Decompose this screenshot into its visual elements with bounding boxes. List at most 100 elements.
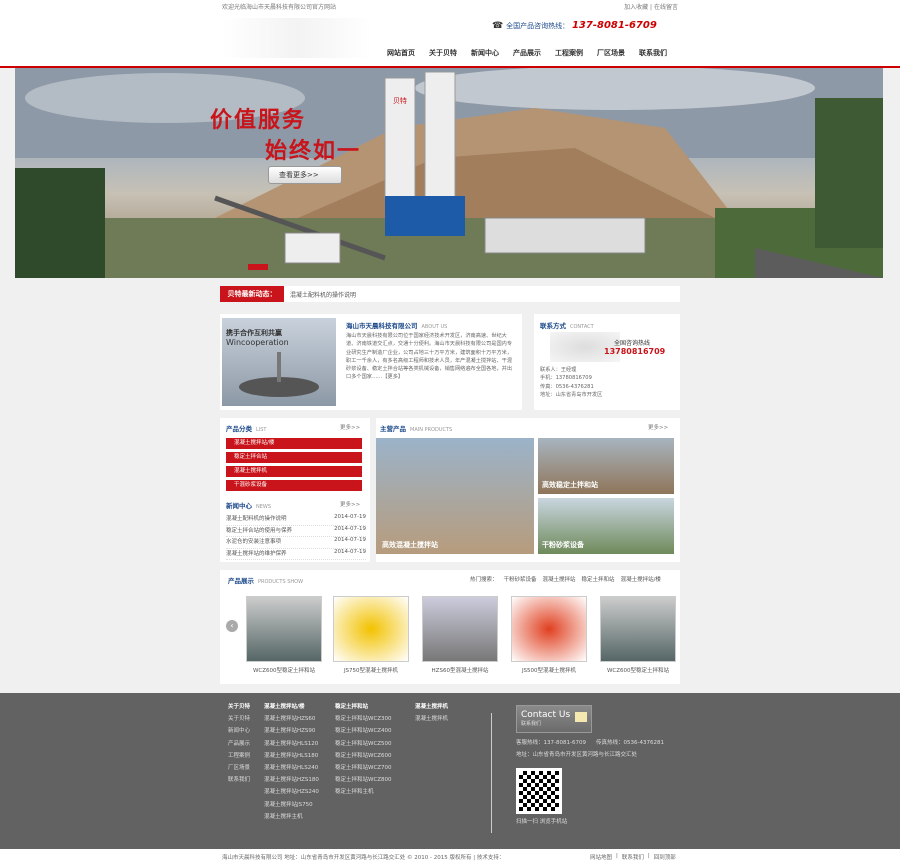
slider-dots[interactable] xyxy=(248,264,268,270)
back-to-top-link[interactable]: 回到顶部 xyxy=(654,853,676,861)
footer-fax: 传真热线：0536-4376281 xyxy=(596,740,664,746)
footer-link[interactable]: 工程案例 xyxy=(228,750,250,762)
phone-icon: ☎ xyxy=(492,21,504,31)
filter-link[interactable]: 混凝土搅拌站/楼 xyxy=(621,575,661,583)
footer-link[interactable]: 混凝土搅拌站HLS180 xyxy=(264,750,319,762)
filter-link[interactable]: 干粉砂浆设备 xyxy=(504,575,537,583)
footer-col-stabilized: 稳定土拌和站 稳定土拌和站WCZ300 稳定土拌和站WCZ400 稳定土拌和站W… xyxy=(335,701,392,799)
footer-link[interactable]: 混凝土搅拌站HZS240 xyxy=(264,786,319,798)
message-link[interactable]: 在线留言 xyxy=(654,4,678,11)
top-bar: 欢迎光临海山市天晨科技有限公司官方网站 加入收藏 | 在线留言 xyxy=(0,0,900,14)
slogan-line-1: 价值服务 xyxy=(210,107,307,133)
nav-factory[interactable]: 厂区场景 xyxy=(590,48,632,58)
qr-caption: 扫描一扫 浏览手机站 xyxy=(516,819,568,825)
news-title: 新闻中心 NEWS xyxy=(226,502,272,510)
footer-link[interactable]: 稳定土拌和主机 xyxy=(335,786,392,798)
footer-link[interactable]: 产品展示 xyxy=(228,738,250,750)
footer-link[interactable]: 混凝土搅拌站HLS240 xyxy=(264,762,319,774)
about-title: 海山市天晨科技有限公司 ABOUT US xyxy=(346,322,448,330)
footer-link[interactable]: 混凝土搅拌站JS750 xyxy=(264,799,319,811)
footer-link[interactable]: 混凝土搅拌站HZS60 xyxy=(264,713,319,725)
main-nav: 网站首页 关于贝特 新闻中心 产品展示 工程案例 厂区场景 联系我们 xyxy=(380,48,674,58)
qr-code[interactable] xyxy=(516,768,562,814)
category-item[interactable]: 混凝土搅拌站/楼 xyxy=(226,438,362,449)
logo-area[interactable] xyxy=(222,18,372,58)
main-products-panel: 主营产品 MAIN PRODUCTS 更多>> 高效混凝土搅拌站 高效稳定土拌和站… xyxy=(376,418,680,562)
category-item[interactable]: 稳定土拌合站 xyxy=(226,452,362,463)
favorite-link[interactable]: 加入收藏 xyxy=(624,4,648,11)
footer-link[interactable]: 混凝土搅拌站HLS120 xyxy=(264,738,319,750)
contact-us-button[interactable]: Contact Us 联系我们 xyxy=(516,705,592,733)
main-product-big[interactable]: 高效混凝土搅拌站 xyxy=(376,438,534,554)
news-list: 混凝土配料机的操作说明 2014-07-19 稳定土拌合站的使用与保养 2014-0… xyxy=(226,514,366,560)
about-body: 海山市天晨科技有限公司位于国家经济技术开发区，济南高速、世纪大道、济南铁道交汇点… xyxy=(346,333,513,381)
footer-link[interactable]: 联系我们 xyxy=(228,774,250,786)
footer-link[interactable]: 厂区场景 xyxy=(228,762,250,774)
bottom-bar: 海山市天晨科技有限公司 地址：山东省青岛市开发区黄河路与长江路交汇处 © 201… xyxy=(0,849,900,866)
footer-link[interactable]: 稳定土拌和站WCZ600 xyxy=(335,750,392,762)
tower-text: 贝特 xyxy=(393,96,407,105)
main-products-title: 主营产品 MAIN PRODUCTS xyxy=(380,425,453,433)
nav-contact[interactable]: 联系我们 xyxy=(632,48,674,58)
main-product-top-right[interactable]: 高效稳定土拌和站 xyxy=(538,438,674,494)
carousel-prev-arrow[interactable]: ‹ xyxy=(226,620,238,632)
product-image xyxy=(246,596,322,662)
product-card[interactable]: WCZ600型稳定土拌和站 xyxy=(600,596,676,678)
footer-col-mixer: 混凝土搅拌机 混凝土搅拌机 xyxy=(415,701,448,725)
products-show-filters: 热门搜索： 干粉砂浆设备 混凝土搅拌站 稳定土拌和站 混凝土搅拌站/楼 xyxy=(470,575,661,583)
main-products-more-link[interactable]: 更多>> xyxy=(648,423,668,431)
footer-link[interactable]: 混凝土搅拌站HZS180 xyxy=(264,774,319,786)
nav-news[interactable]: 新闻中心 xyxy=(464,48,506,58)
list-more-link[interactable]: 更多>> xyxy=(340,423,360,431)
news-row[interactable]: 混凝土搅拌站的维护保养 2014-07-19 xyxy=(226,549,366,560)
news-row[interactable]: 稳定土拌合站的使用与保养 2014-07-19 xyxy=(226,526,366,537)
category-item[interactable]: 混凝土搅拌机 xyxy=(226,466,362,477)
news-row[interactable]: 水泥仓的安装注意事项 2014-07-19 xyxy=(226,537,366,549)
contact-link[interactable]: 联系我们 xyxy=(622,853,644,861)
footer-col-mixing-station: 混凝土搅拌站/楼 混凝土搅拌站HZS60 混凝土搅拌站HZS90 混凝土搅拌站H… xyxy=(264,701,319,823)
footer-link[interactable]: 稳定土拌和站WCZ300 xyxy=(335,713,392,725)
nav-about[interactable]: 关于贝特 xyxy=(422,48,464,58)
filter-link[interactable]: 稳定土拌和站 xyxy=(582,575,615,583)
product-image xyxy=(511,596,587,662)
news-ticker: 贝特最新动态： 混凝土配料机的操作说明 xyxy=(220,286,680,302)
footer-link[interactable]: 稳定土拌和站WCZ700 xyxy=(335,762,392,774)
nav-cases[interactable]: 工程案例 xyxy=(548,48,590,58)
welcome-text: 欢迎光临海山市天晨科技有限公司官方网站 xyxy=(222,4,337,11)
footer-link[interactable]: 混凝土搅拌站HZS90 xyxy=(264,725,319,737)
footer: 关于贝特 关于贝特 新闻中心 产品展示 工程案例 厂区场景 联系我们 混凝土搅拌… xyxy=(0,693,900,849)
main-product-bottom-right[interactable]: 干粉砂浆设备 xyxy=(538,498,674,554)
product-card[interactable]: HZS60型混凝土搅拌站 xyxy=(422,596,498,678)
hotline-label: 全国产品咨询热线： xyxy=(506,22,570,30)
product-image xyxy=(333,596,409,662)
footer-link[interactable]: 混凝土搅拌主机 xyxy=(264,811,319,823)
category-item[interactable]: 干混砂浆设备 xyxy=(226,480,362,491)
products-show-panel: 产品展示 PRODUCTS SHOW 热门搜索： 干粉砂浆设备 混凝土搅拌站 稳定… xyxy=(220,570,680,684)
footer-link[interactable]: 关于贝特 xyxy=(228,713,250,725)
category-panel: 产品分类 LIST 更多>> 混凝土搅拌站/楼 稳定土拌合站 混凝土搅拌机 干混砂… xyxy=(220,418,370,562)
news-ticker-tag: 贝特最新动态： xyxy=(220,286,284,302)
nav-products[interactable]: 产品展示 xyxy=(506,48,548,58)
footer-link[interactable]: 稳定土拌和站WCZ400 xyxy=(335,725,392,737)
about-image[interactable]: 携手合作互利共赢 Wincooperation xyxy=(222,318,336,406)
banner-more-button[interactable]: 查看更多>> xyxy=(268,166,342,184)
about-image-text-1: 携手合作互利共赢 xyxy=(226,329,282,337)
footer-link[interactable]: 混凝土搅拌机 xyxy=(415,713,448,725)
footer-link[interactable]: 新闻中心 xyxy=(228,725,250,737)
sitemap-link[interactable]: 网站地图 xyxy=(590,853,612,861)
news-row[interactable]: 混凝土配料机的操作说明 2014-07-19 xyxy=(226,514,366,526)
hotline-number: 137-8081-6709 xyxy=(571,20,657,31)
product-card[interactable]: JS500型混凝土搅拌机 xyxy=(511,596,587,678)
contact-panel: 联系方式 CONTACT 全国咨询热线 13780816709 联系人：王经理 手… xyxy=(534,314,680,410)
products-show-title: 产品展示 PRODUCTS SHOW xyxy=(228,577,304,585)
news-ticker-item[interactable]: 混凝土配料机的操作说明 xyxy=(290,290,356,299)
news-more-link[interactable]: 更多>> xyxy=(340,500,360,508)
top-link-separator: | xyxy=(650,4,653,11)
footer-link[interactable]: 稳定土拌和站WCZ800 xyxy=(335,774,392,786)
nav-home[interactable]: 网站首页 xyxy=(380,48,422,58)
product-card[interactable]: JS750型混凝土搅拌机 xyxy=(333,596,409,678)
footer-link[interactable]: 稳定土拌和站WCZ500 xyxy=(335,738,392,750)
about-panel: 携手合作互利共赢 Wincooperation 海山市天晨科技有限公司 ABOUT… xyxy=(220,314,522,410)
product-card[interactable]: WCZ600型稳定土拌和站 xyxy=(246,596,322,678)
filter-link[interactable]: 混凝土搅拌站 xyxy=(543,575,576,583)
